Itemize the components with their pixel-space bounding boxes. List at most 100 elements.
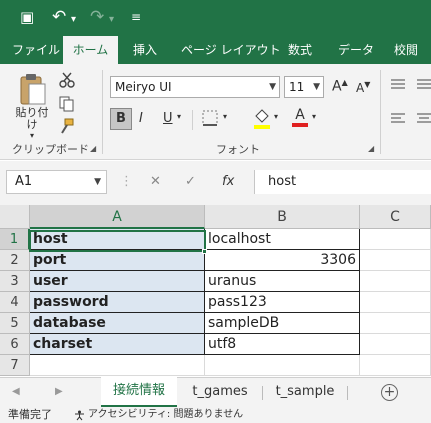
paste-dropdown-icon[interactable]: ▾ [12, 131, 52, 140]
tab-file[interactable]: ファイル [12, 36, 60, 64]
cell-a3[interactable]: user [30, 271, 205, 292]
row-header[interactable]: 6 [0, 334, 30, 355]
paste-button[interactable]: 貼り付け ▾ [12, 72, 52, 140]
cell-c1[interactable] [360, 229, 431, 250]
redo-dropdown-icon[interactable]: ▾ [109, 11, 114, 29]
add-sheet-icon[interactable]: + [381, 384, 398, 401]
fill-color-dropdown-icon[interactable]: ▾ [274, 112, 278, 121]
cell-b4[interactable]: pass123 [205, 292, 360, 313]
cell-c2[interactable] [360, 250, 431, 271]
row-header[interactable]: 7 [0, 355, 30, 376]
title-bar: ▣ ↶ ▾ ↷ ▾ ≡ [0, 0, 431, 36]
cell-b3[interactable]: uranus [205, 271, 360, 292]
align-middle-icon[interactable] [416, 78, 431, 90]
fill-handle[interactable] [202, 249, 207, 254]
underline-dropdown-icon[interactable]: ▾ [177, 112, 181, 121]
tab-home[interactable]: ホーム [63, 36, 118, 64]
align-left-icon[interactable] [390, 112, 406, 124]
grow-font-button[interactable]: A▲ [332, 78, 348, 95]
group-separator [380, 70, 381, 154]
borders-icon[interactable] [202, 110, 222, 128]
column-header-a[interactable]: A [30, 205, 205, 229]
name-box-value: A1 [15, 174, 33, 189]
undo-icon[interactable]: ↶ [52, 8, 66, 26]
ribbon-tabs: ファイル ホーム 挿入 ページ レイアウト 数式 データ 校閲 [0, 36, 431, 64]
chevron-down-icon: ▼ [269, 82, 276, 92]
redo-icon[interactable]: ↷ [90, 8, 104, 26]
row-header[interactable]: 4 [0, 292, 30, 313]
bold-button[interactable]: B [110, 108, 132, 130]
cell-a4[interactable]: password [30, 292, 205, 313]
font-name-value: Meiryo UI [115, 80, 172, 94]
cell-b1[interactable]: localhost [205, 229, 360, 250]
cell-c3[interactable] [360, 271, 431, 292]
prev-sheet-icon[interactable]: ◀ [12, 386, 20, 397]
undo-dropdown-icon[interactable]: ▾ [71, 11, 76, 29]
row-header[interactable]: 5 [0, 313, 30, 334]
paste-icon [20, 74, 46, 105]
tab-data[interactable]: データ [338, 36, 374, 64]
align-top-icon[interactable] [390, 78, 406, 90]
chevron-down-icon: ▼ [313, 82, 320, 92]
customize-qat-icon[interactable]: ≡ [131, 8, 141, 26]
cell-a2[interactable]: port [30, 250, 205, 271]
cell-a7[interactable] [30, 355, 205, 376]
underline-button[interactable]: U [163, 111, 173, 126]
fill-color-icon[interactable] [252, 108, 272, 130]
formula-input[interactable]: host [254, 170, 431, 194]
cell-c6[interactable] [360, 334, 431, 355]
next-sheet-icon[interactable]: ▶ [55, 386, 63, 397]
status-accessibility[interactable]: アクセシビリティ: 問題ありません [88, 407, 243, 423]
insert-function-icon[interactable]: fx [222, 170, 234, 194]
font-launcher-icon[interactable]: ◢ [368, 144, 374, 153]
formula-bar-grip-icon[interactable]: ⋮ [120, 170, 133, 194]
sheet-tab-t-games[interactable]: t_games [178, 378, 262, 407]
italic-button[interactable]: I [139, 111, 143, 126]
shrink-font-icon: A [356, 81, 365, 95]
borders-dropdown-icon[interactable]: ▾ [223, 112, 227, 121]
row-header[interactable]: 1 [0, 229, 30, 250]
cancel-icon[interactable]: ✕ [150, 170, 161, 194]
align-center-icon[interactable] [416, 112, 431, 124]
font-size-select[interactable]: 11 ▼ [284, 76, 324, 98]
column-header-b[interactable]: B [205, 205, 360, 229]
row-header[interactable]: 3 [0, 271, 30, 292]
clipboard-launcher-icon[interactable]: ◢ [90, 144, 96, 153]
cell-b6[interactable]: utf8 [205, 334, 360, 355]
clipboard-group-label: クリップボード [12, 143, 89, 156]
cut-icon[interactable] [59, 72, 75, 88]
save-icon[interactable]: ▣ [20, 8, 34, 26]
tab-review[interactable]: 校閲 [394, 36, 418, 64]
cell-a5[interactable]: database [30, 313, 205, 334]
status-ready: 準備完了 [8, 408, 52, 421]
tab-insert[interactable]: 挿入 [133, 36, 157, 64]
format-painter-icon[interactable] [59, 118, 75, 134]
cell-a6[interactable]: charset [30, 334, 205, 355]
cell-b7[interactable] [205, 355, 360, 376]
font-name-select[interactable]: Meiryo UI ▼ [110, 76, 280, 98]
divider [192, 110, 193, 130]
chevron-down-icon[interactable]: ▼ [94, 171, 101, 193]
select-all-corner[interactable] [0, 205, 30, 229]
enter-icon[interactable]: ✓ [185, 170, 196, 194]
column-header-c[interactable]: C [360, 205, 431, 229]
sheet-tab-t-sample[interactable]: t_sample [263, 378, 347, 407]
font-color-swatch [292, 123, 308, 127]
font-color-dropdown-icon[interactable]: ▾ [312, 112, 316, 121]
tab-formulas[interactable]: 数式 [288, 36, 312, 64]
cell-c5[interactable] [360, 313, 431, 334]
grow-font-icon: A [332, 78, 342, 95]
cell-b2[interactable]: 3306 [205, 250, 360, 271]
sheet-tab-connection[interactable]: 接続情報 [101, 377, 177, 408]
name-box[interactable]: A1 ▼ [6, 170, 107, 194]
accessibility-icon[interactable] [74, 410, 85, 421]
row-header[interactable]: 2 [0, 250, 30, 271]
worksheet-grid: A B C 1 host localhost 2 port 3306 3 user uranus… [0, 205, 431, 377]
tab-page-layout[interactable]: ページ レイアウト [181, 36, 281, 64]
cell-c7[interactable] [360, 355, 431, 376]
cell-c4[interactable] [360, 292, 431, 313]
shrink-font-button[interactable]: A▼ [356, 80, 370, 95]
copy-icon[interactable] [59, 96, 75, 112]
font-color-button[interactable]: A [292, 107, 308, 127]
cell-b5[interactable]: sampleDB [205, 313, 360, 334]
